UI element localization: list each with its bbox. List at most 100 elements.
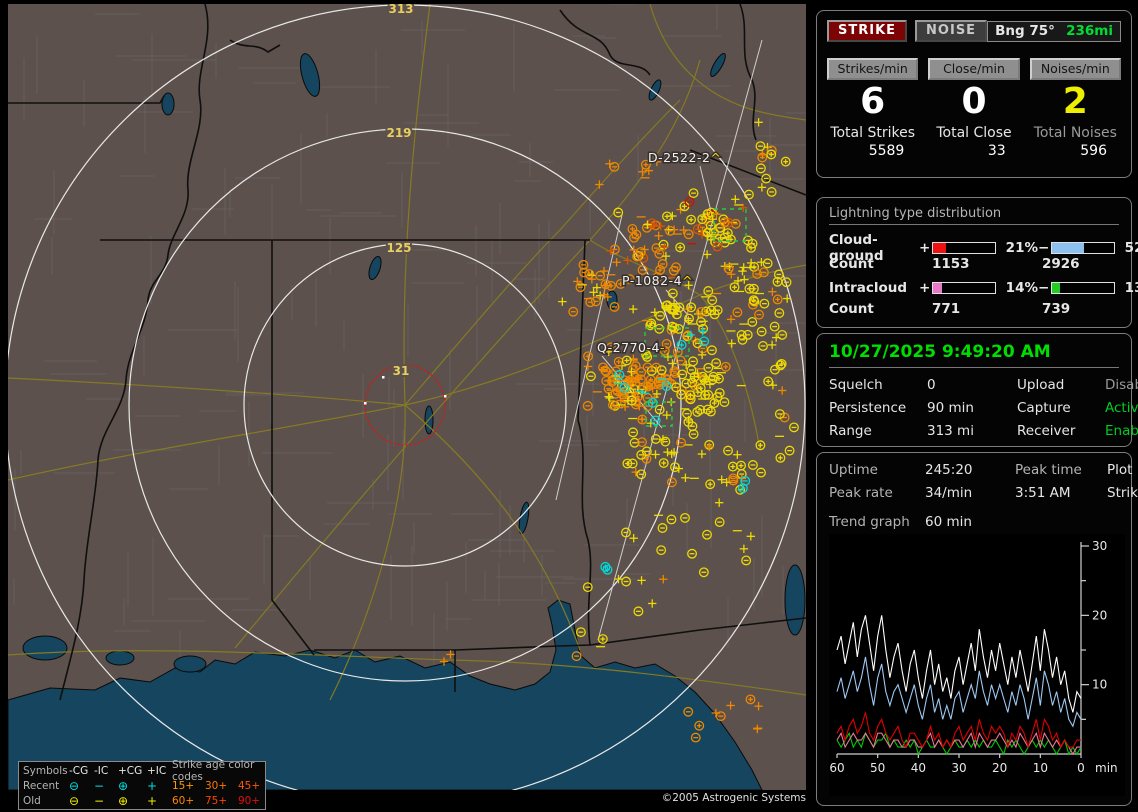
copyright-text: ©2005 Astrogenic Systems <box>661 792 806 804</box>
svg-text:P-1082-4^: P-1082-4^ <box>622 273 693 288</box>
strikes-per-min-button[interactable]: Strikes/min <box>827 58 919 80</box>
plus-icon: + <box>147 793 158 808</box>
symbol-legend: Symbols -CG -IC +CG +IC Strike age color… <box>18 759 266 810</box>
plot-label: Plot <box>1107 462 1133 478</box>
datetime-display: 10/27/2025 9:49:20 AM <box>829 342 1119 368</box>
minus-sign: − <box>1038 279 1050 296</box>
age-45: 45+ <box>238 779 261 792</box>
intracloud-label: Intracloud <box>829 279 908 296</box>
count-label: Count <box>829 300 874 317</box>
persistence-value: 90 min <box>927 400 974 416</box>
upload-label: Upload <box>1017 377 1065 393</box>
svg-text:219: 219 <box>386 126 411 140</box>
minus-sign: − <box>1038 240 1050 256</box>
cg-negative-pct: 52% <box>1124 240 1138 256</box>
legend-type-nic: -IC <box>94 764 109 777</box>
age-75: 75+ <box>205 794 228 807</box>
range-label: Range <box>829 423 872 439</box>
cg-negative-bar <box>1051 242 1115 254</box>
total-strikes-label: Total Strikes <box>830 125 915 141</box>
svg-text:40: 40 <box>911 761 926 775</box>
bearing-label: Bng 75° <box>995 22 1055 39</box>
svg-text:0: 0 <box>1077 761 1085 775</box>
distribution-panel: Lightning type distribution Cloud-ground… <box>816 197 1138 328</box>
stats-panel: STRIKE NOISE Bng 75° 236mi Strikes/min C… <box>816 10 1132 178</box>
map-canvas[interactable]: 313 219 125 31 D-2522-2^ P-1082-4^ Q-2770-4- <box>8 4 806 790</box>
cg-positive-bar <box>932 242 996 254</box>
noise-mode-button[interactable]: NOISE <box>915 20 988 42</box>
circle-plus-icon: ⊕ <box>118 793 129 808</box>
svg-text:30: 30 <box>1092 539 1107 553</box>
peak-rate-value: 34/min <box>925 485 973 501</box>
uptime-label: Uptime <box>829 462 878 478</box>
close-per-min-value: 0 <box>961 81 987 122</box>
range-value: 313 mi <box>927 423 974 439</box>
total-close-value: 33 <box>987 143 1006 159</box>
peak-rate-label: Peak rate <box>829 485 893 501</box>
total-strikes-value: 5589 <box>868 143 905 159</box>
svg-text:10: 10 <box>1092 678 1107 692</box>
legend-row-old-label: Old <box>23 794 41 807</box>
capture-label: Capture <box>1017 400 1071 416</box>
minus-icon: − <box>94 793 105 808</box>
legend-type-pic: +IC <box>147 764 167 777</box>
app-window: 313 219 125 31 D-2522-2^ P-1082-4^ Q-2770-4- … <box>0 0 1138 812</box>
close-per-min-button[interactable]: Close/min <box>928 58 1020 80</box>
trend-panel: Uptime 245:20 Peak time Plot Peak rate 3… <box>816 452 1138 806</box>
strike-mode-button[interactable]: STRIKE <box>827 20 908 42</box>
trend-graph-label: Trend graph <box>829 514 910 530</box>
receiver-status: Enabled <box>1105 423 1138 439</box>
age-15: 15+ <box>172 779 195 792</box>
ic-positive-pct: 14% <box>1005 279 1038 296</box>
ic-negative-pct: 13% <box>1124 279 1138 296</box>
svg-text:Q-2770-4-: Q-2770-4- <box>597 340 665 355</box>
circle-minus-icon: ⊖ <box>69 778 80 793</box>
plus-sign: + <box>919 279 931 296</box>
svg-text:60: 60 <box>829 761 844 775</box>
svg-text:D-2522-2^: D-2522-2^ <box>648 150 721 165</box>
total-noises-value: 596 <box>1080 143 1107 159</box>
persistence-label: Persistence <box>829 400 907 416</box>
distribution-title: Lightning type distribution <box>829 206 1119 225</box>
svg-text:313: 313 <box>388 4 413 16</box>
lightning-map[interactable]: 313 219 125 31 D-2522-2^ P-1082-4^ Q-2770-4- … <box>8 4 806 810</box>
plot-mode-value: Strike <box>1107 485 1138 501</box>
ic-positive-count: 771 <box>932 300 961 317</box>
cg-negative-count: 2926 <box>1042 255 1080 272</box>
svg-text:30: 30 <box>951 761 966 775</box>
legend-type-ncg: -CG <box>69 764 89 777</box>
ic-negative-bar <box>1051 281 1115 294</box>
trend-graph-value: 60 min <box>925 514 972 530</box>
svg-text:20: 20 <box>1092 608 1107 622</box>
noises-per-min-button[interactable]: Noises/min <box>1029 58 1121 80</box>
total-noises-label: Total Noises <box>1033 125 1117 141</box>
peak-time-value: 3:51 AM <box>1015 485 1071 501</box>
cg-positive-pct: 21% <box>1005 240 1038 256</box>
svg-text:125: 125 <box>386 241 411 255</box>
circle-minus-icon: ⊖ <box>69 793 80 808</box>
age-60: 60+ <box>172 794 195 807</box>
upload-status: Disabled <box>1105 377 1138 393</box>
cg-positive-count: 1153 <box>932 255 970 272</box>
svg-text:50: 50 <box>870 761 885 775</box>
age-90: 90+ <box>238 794 261 807</box>
strikes-per-min-value: 6 <box>860 81 886 122</box>
legend-symbols-header: Symbols <box>23 764 68 777</box>
svg-text:min: min <box>1095 761 1118 775</box>
ic-positive-bar <box>932 281 996 294</box>
ic-negative-count: 739 <box>1042 300 1071 317</box>
noises-per-min-value: 2 <box>1062 81 1088 122</box>
status-panel: 10/27/2025 9:49:20 AM Squelch 0 Upload D… <box>816 333 1138 447</box>
trend-chart: 10 20 30 60 50 40 30 20 10 0 min <box>829 534 1125 796</box>
minus-icon: − <box>94 778 105 793</box>
uptime-value: 245:20 <box>925 462 973 478</box>
squelch-label: Squelch <box>829 377 883 393</box>
plus-sign: + <box>919 240 931 256</box>
plus-icon: + <box>147 778 158 793</box>
count-label: Count <box>829 255 874 272</box>
bearing-display: Bng 75° 236mi <box>987 20 1121 42</box>
circle-plus-icon: ⊕ <box>118 778 129 793</box>
capture-status: Active <box>1105 400 1138 416</box>
total-close-label: Total Close <box>936 125 1012 141</box>
legend-row-recent-label: Recent <box>23 779 60 792</box>
